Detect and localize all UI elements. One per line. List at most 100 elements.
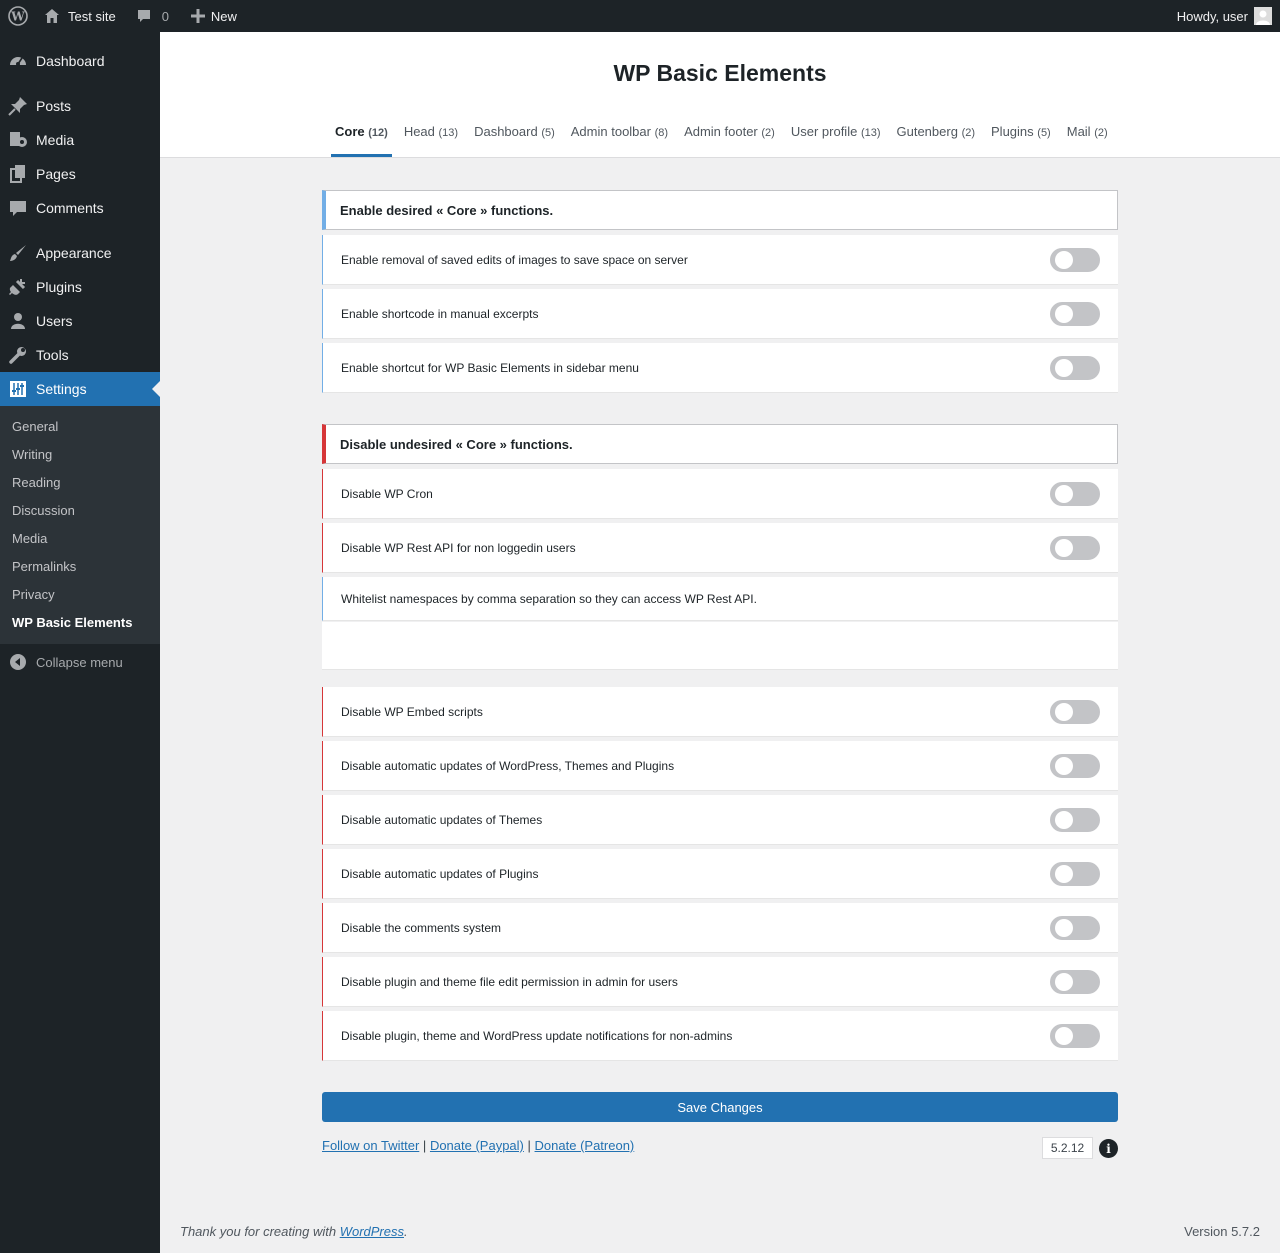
collapse-label: Collapse menu — [36, 654, 123, 670]
submenu-item-wp-basic-elements[interactable]: WP Basic Elements — [12, 615, 132, 630]
comments-link[interactable]: 0 — [128, 0, 177, 32]
toggle-switch[interactable] — [1050, 862, 1100, 886]
submenu-item-reading[interactable]: Reading — [12, 475, 60, 490]
tab-mail[interactable]: Mail (2) — [1063, 112, 1112, 157]
sidebar-item-plugins[interactable]: Plugins — [0, 270, 160, 304]
tab-gutenberg[interactable]: Gutenberg (2) — [893, 112, 980, 157]
tab-user-profile[interactable]: User profile (13) — [787, 112, 885, 157]
toggle-switch[interactable] — [1050, 916, 1100, 940]
tab-label: Gutenberg — [896, 124, 958, 139]
comment-bubble-icon — [136, 8, 152, 24]
option-label: Enable removal of saved edits of images … — [341, 252, 688, 267]
option-label: Disable automatic updates of Themes — [341, 812, 543, 827]
tab-core[interactable]: Core (12) — [331, 112, 392, 157]
tab-head[interactable]: Head (13) — [400, 112, 462, 157]
toggle-switch[interactable] — [1050, 248, 1100, 272]
collapse-menu-button[interactable]: Collapse menu — [0, 648, 160, 676]
tab-plugins[interactable]: Plugins (5) — [987, 112, 1055, 157]
submenu-item-media[interactable]: Media — [12, 531, 47, 546]
donate-patreon-link[interactable]: Donate (Patreon) — [535, 1138, 635, 1153]
sidebar-item-label: Plugins — [36, 279, 82, 295]
toggle-switch[interactable] — [1050, 302, 1100, 326]
sidebar-item-label: Tools — [36, 347, 69, 363]
toggle-switch[interactable] — [1050, 1024, 1100, 1048]
wordpress-link[interactable]: WordPress — [340, 1224, 404, 1239]
toggle-switch[interactable] — [1050, 970, 1100, 994]
sidebar-item-label: Appearance — [36, 245, 112, 261]
svg-text:W: W — [10, 10, 25, 24]
page-title: WP Basic Elements — [613, 60, 827, 86]
tab-label: Plugins — [991, 124, 1034, 139]
new-content-button[interactable]: New — [183, 0, 245, 32]
option-row: Disable the comments system — [322, 903, 1118, 953]
option-row: Enable removal of saved edits of images … — [322, 235, 1118, 285]
admin-toolbar: W Test site 0 New Howdy, user — [0, 0, 1280, 32]
option-label: Enable shortcut for WP Basic Elements in… — [341, 360, 639, 375]
sidebar-item-label: Media — [36, 132, 75, 148]
sidebar-item-tools[interactable]: Tools — [0, 338, 160, 372]
info-icon[interactable]: i — [1099, 1139, 1118, 1158]
tab-count: (2) — [961, 127, 976, 139]
option-row: Disable WP Rest API for non loggedin use… — [322, 523, 1118, 573]
follow-twitter-link[interactable]: Follow on Twitter — [322, 1138, 419, 1153]
toggle-switch[interactable] — [1050, 356, 1100, 380]
brush-icon — [0, 243, 36, 263]
wrench-icon — [0, 345, 36, 365]
toggle-switch[interactable] — [1050, 700, 1100, 724]
toggle-switch[interactable] — [1050, 482, 1100, 506]
toggle-switch[interactable] — [1050, 808, 1100, 832]
sidebar-item-appearance[interactable]: Appearance — [0, 236, 160, 270]
donate-paypal-link[interactable]: Donate (Paypal) — [430, 1138, 524, 1153]
sidebar-item-comments[interactable]: Comments — [0, 191, 160, 225]
site-name-link[interactable]: Test site — [36, 0, 124, 32]
sidebar-item-dashboard[interactable]: Dashboard — [0, 44, 160, 78]
sidebar-item-label: Comments — [36, 200, 104, 216]
option-row: Disable automatic updates of Themes — [322, 795, 1118, 845]
option-label: Disable WP Embed scripts — [341, 704, 483, 719]
tab-label: Mail — [1066, 124, 1091, 139]
tab-label: Admin toolbar — [570, 124, 651, 139]
submenu-item-discussion[interactable]: Discussion — [12, 503, 75, 518]
option-label: Disable WP Rest API for non loggedin use… — [341, 540, 576, 555]
tab-count: (13) — [860, 127, 881, 139]
option-label: Disable automatic updates of Plugins — [341, 866, 539, 881]
comment-icon — [0, 198, 36, 218]
option-row: Enable shortcode in manual excerpts — [322, 289, 1118, 339]
whitelist-namespaces-field[interactable] — [322, 622, 1118, 670]
tab-admin-footer[interactable]: Admin footer (2) — [680, 112, 779, 157]
option-row: Disable plugin and theme file edit permi… — [322, 957, 1118, 1007]
submenu-item-privacy[interactable]: Privacy — [12, 587, 55, 602]
current-menu-arrow — [152, 381, 160, 397]
whitelist-label: Whitelist namespaces by comma separation… — [341, 591, 757, 606]
option-label: Disable the comments system — [341, 920, 502, 935]
tab-count: (12) — [368, 127, 388, 139]
tab-count: (2) — [761, 127, 775, 139]
submenu-item-writing[interactable]: Writing — [12, 447, 52, 462]
sidebar-item-media[interactable]: Media — [0, 123, 160, 157]
sidebar-item-label: Dashboard — [36, 53, 105, 69]
submenu-item-general[interactable]: General — [12, 419, 58, 434]
sidebar-item-settings[interactable]: Settings — [0, 372, 160, 406]
link-separator: | — [527, 1138, 531, 1153]
sidebar-item-pages[interactable]: Pages — [0, 157, 160, 191]
toggle-switch[interactable] — [1050, 754, 1100, 778]
avatar — [1254, 7, 1272, 25]
save-changes-button[interactable]: Save Changes — [322, 1092, 1118, 1122]
enable-section-heading: Enable desired « Core » functions. — [322, 190, 1118, 230]
option-row: Disable plugin, theme and WordPress upda… — [322, 1011, 1118, 1061]
wordpress-logo-button[interactable]: W — [0, 0, 36, 32]
submenu-item-permalinks[interactable]: Permalinks — [12, 559, 76, 574]
sidebar-item-posts[interactable]: Posts — [0, 89, 160, 123]
toggle-switch[interactable] — [1050, 536, 1100, 560]
option-label: Disable plugin, theme and WordPress upda… — [341, 1028, 733, 1043]
tab-admin-toolbar[interactable]: Admin toolbar (8) — [567, 112, 672, 157]
tab-dashboard[interactable]: Dashboard (5) — [470, 112, 559, 157]
settings-submenu: General Writing Reading Discussion Media… — [0, 406, 160, 644]
option-row: Disable WP Cron — [322, 469, 1118, 519]
tab-label: Core — [335, 124, 365, 139]
new-label: New — [210, 8, 237, 24]
my-account-menu[interactable]: Howdy, user — [1177, 7, 1280, 25]
user-icon — [0, 311, 36, 331]
sidebar-item-users[interactable]: Users — [0, 304, 160, 338]
whitelist-row: Whitelist namespaces by comma separation… — [322, 577, 1118, 621]
